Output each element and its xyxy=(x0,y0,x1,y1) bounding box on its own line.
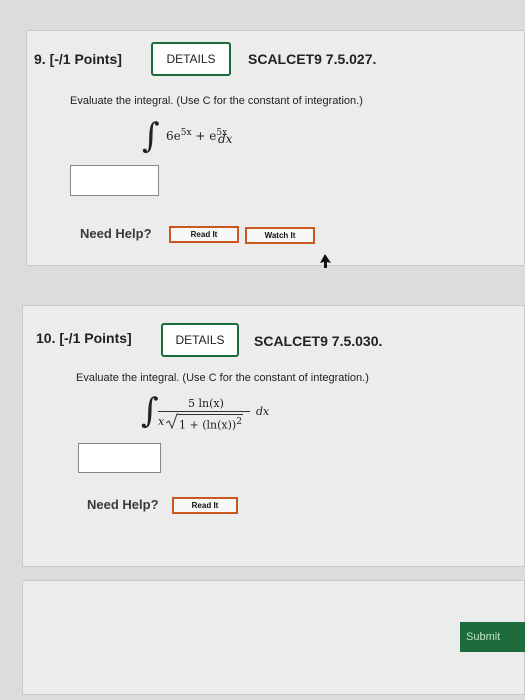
submit-button[interactable]: Submit xyxy=(460,622,525,652)
q10-need-help-label: Need Help? xyxy=(87,497,159,512)
q10-details-button[interactable]: DETAILS xyxy=(161,323,239,357)
bottom-panel xyxy=(22,580,525,695)
q10-answer-input[interactable] xyxy=(78,443,161,473)
fraction-bar xyxy=(158,411,250,412)
radical-overline xyxy=(177,414,243,415)
q9-read-it-button[interactable]: Read It xyxy=(169,226,239,243)
q10-differential: dx xyxy=(256,405,270,418)
q9-course-code: SCALCET9 7.5.027. xyxy=(248,51,377,67)
integral-sign: ∫ xyxy=(142,116,160,156)
q9-watch-it-button[interactable]: Watch It xyxy=(245,227,315,244)
q10-read-it-button[interactable]: Read It xyxy=(172,497,238,514)
q10-prompt: Evaluate the integral. (Use C for the co… xyxy=(76,372,369,384)
q9-integrand-plus: + e xyxy=(191,129,217,143)
q9-prompt: Evaluate the integral. (Use C for the co… xyxy=(70,95,363,107)
q9-details-button[interactable]: DETAILS xyxy=(151,42,231,76)
q9-answer-input[interactable] xyxy=(70,165,159,196)
square-root-icon xyxy=(166,413,178,429)
mouse-cursor-icon xyxy=(320,254,331,268)
q10-denominator-radicand: 1 + (ln(x)) xyxy=(179,418,237,432)
q10-header: 10. [-/1 Points] xyxy=(36,330,132,346)
q9-differential: dx xyxy=(218,132,233,146)
q9-need-help-label: Need Help? xyxy=(80,226,152,241)
q10-denominator-x: x xyxy=(158,415,165,428)
q10-denominator-power: 2 xyxy=(236,417,242,427)
q10-course-code: SCALCET9 7.5.030. xyxy=(254,333,383,349)
q9-header: 9. [-/1 Points] xyxy=(34,51,122,67)
integral-sign: ∫ xyxy=(141,391,159,431)
q9-integrand-exp1: 5x xyxy=(180,128,192,138)
q10-numerator: 5 ln(x) xyxy=(188,397,224,410)
q9-integrand-coef: 6e xyxy=(166,129,181,143)
